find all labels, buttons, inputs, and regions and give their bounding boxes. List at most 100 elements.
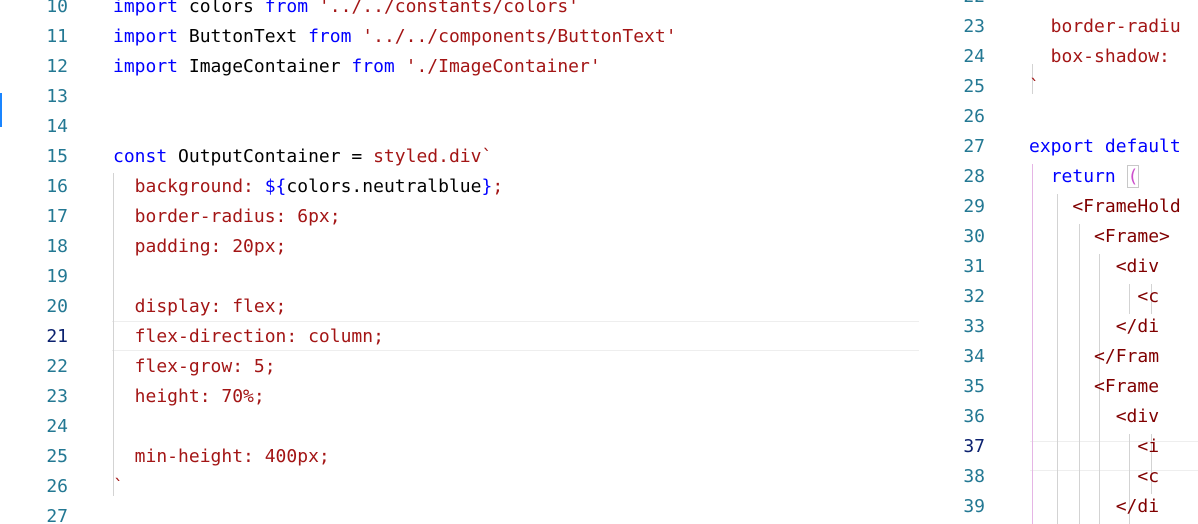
- code-text[interactable]: import ImageContainer from './ImageConta…: [113, 52, 601, 82]
- code-token: display: flex;: [113, 296, 287, 317]
- code-line[interactable]: 34 </Fram: [919, 342, 1198, 372]
- code-line[interactable]: 12 import ImageContainer from './ImageCon…: [0, 52, 919, 82]
- code-line[interactable]: 25 `: [919, 72, 1198, 102]
- code-text[interactable]: min-height: 400px;: [113, 442, 330, 472]
- code-line[interactable]: 24 box-shadow:: [919, 42, 1198, 72]
- code-text[interactable]: import colors from '../../constants/colo…: [113, 0, 579, 22]
- code-token: flex-direction: column;: [113, 326, 384, 347]
- code-line[interactable]: 14: [0, 112, 919, 142]
- code-line[interactable]: 26: [919, 102, 1198, 132]
- line-number: 14: [46, 116, 68, 137]
- code-line[interactable]: 26 `: [0, 472, 919, 502]
- code-text[interactable]: <FrameHold: [1029, 192, 1181, 222]
- code-line[interactable]: 32 <c: [919, 282, 1198, 312]
- code-line[interactable]: 11 import ButtonText from '../../componen…: [0, 22, 919, 52]
- code-line[interactable]: 36 <div: [919, 402, 1198, 432]
- code-token: colors.neutralblue: [286, 176, 482, 197]
- line-number: 22: [46, 356, 68, 377]
- code-line[interactable]: 33 </di: [919, 312, 1198, 342]
- code-token: ${: [264, 176, 287, 197]
- code-text[interactable]: const OutputContainer = styled.div`: [113, 142, 492, 172]
- code-line[interactable]: 22: [919, 0, 1198, 12]
- code-line[interactable]: 24: [0, 412, 919, 442]
- code-line[interactable]: 13: [0, 82, 919, 112]
- code-token: '../../constants/colors': [308, 0, 580, 17]
- code-text[interactable]: </di: [1029, 312, 1159, 342]
- code-line[interactable]: 23 height: 70%;: [0, 382, 919, 412]
- line-number: 37: [963, 436, 985, 457]
- code-line[interactable]: 27 export default: [919, 132, 1198, 162]
- code-token: <c: [1029, 286, 1160, 307]
- code-line[interactable]: 28 return (: [919, 162, 1198, 192]
- code-line[interactable]: 30 <Frame>: [919, 222, 1198, 252]
- code-text[interactable]: background: ${colors.neutralblue};: [113, 172, 504, 202]
- code-text[interactable]: return (: [1029, 162, 1140, 192]
- code-text[interactable]: export default: [1029, 132, 1181, 162]
- code-token: }: [481, 176, 493, 197]
- code-token: import: [113, 0, 179, 17]
- code-token: border-radiu: [1029, 16, 1181, 37]
- code-text[interactable]: <Frame>: [1029, 222, 1170, 252]
- code-text[interactable]: box-shadow:: [1029, 42, 1181, 72]
- code-token: border-radius: 6px;: [113, 206, 341, 227]
- line-number: 12: [46, 56, 68, 77]
- code-text[interactable]: flex-direction: column;: [113, 322, 384, 352]
- code-text[interactable]: border-radiu: [1029, 12, 1181, 42]
- code-line[interactable]: 17 border-radius: 6px;: [0, 202, 919, 232]
- code-text[interactable]: <c: [1029, 282, 1159, 312]
- code-text[interactable]: </di: [1029, 492, 1159, 522]
- code-text[interactable]: flex-grow: 5;: [113, 352, 276, 382]
- code-text[interactable]: height: 70%;: [113, 382, 265, 412]
- code-text[interactable]: <i: [1029, 432, 1159, 462]
- code-token: import: [113, 56, 179, 77]
- code-token: './ImageContainer': [394, 56, 601, 77]
- code-token: <FrameHold: [1029, 196, 1181, 217]
- line-number: 23: [46, 386, 68, 407]
- left-editor-pane[interactable]: 10 import colors from '../../constants/co…: [0, 0, 919, 524]
- code-line[interactable]: 22 flex-grow: 5;: [0, 352, 919, 382]
- code-text[interactable]: <c: [1029, 462, 1159, 492]
- code-line[interactable]: 10 import colors from '../../constants/co…: [0, 0, 919, 22]
- code-line[interactable]: 29 <FrameHold: [919, 192, 1198, 222]
- code-text[interactable]: border-radius: 6px;: [113, 202, 341, 232]
- code-text[interactable]: padding: 20px;: [113, 232, 287, 262]
- code-text[interactable]: `: [1029, 72, 1040, 102]
- code-line[interactable]: 31 <div: [919, 252, 1198, 282]
- code-text[interactable]: </Fram: [1029, 342, 1159, 372]
- code-text[interactable]: `: [113, 472, 124, 502]
- code-token: <Frame: [1029, 376, 1160, 397]
- code-text[interactable]: <div: [1029, 252, 1159, 282]
- code-line[interactable]: 20 display: flex;: [0, 292, 919, 322]
- code-line[interactable]: 39 </di: [919, 492, 1198, 522]
- code-line[interactable]: 27: [0, 502, 919, 524]
- line-number: 29: [963, 196, 985, 217]
- code-text[interactable]: display: flex;: [113, 292, 287, 322]
- code-line[interactable]: 21 flex-direction: column;: [0, 322, 919, 352]
- line-number: 32: [963, 286, 985, 307]
- code-line[interactable]: 15 const OutputContainer = styled.div`: [0, 142, 919, 172]
- code-token: </di: [1029, 316, 1160, 337]
- code-line[interactable]: 23 border-radiu: [919, 12, 1198, 42]
- line-number: 36: [963, 406, 985, 427]
- code-token: ButtonText: [178, 26, 309, 47]
- right-editor-pane[interactable]: 2223 border-radiu24 box-shadow: 25`26 27 e…: [919, 0, 1198, 524]
- code-token: from: [351, 56, 395, 77]
- code-line[interactable]: 16 background: ${colors.neutralblue};: [0, 172, 919, 202]
- line-number: 15: [46, 146, 68, 167]
- code-text[interactable]: import ButtonText from '../../components…: [113, 22, 677, 52]
- code-token: from: [308, 26, 352, 47]
- code-line[interactable]: 18 padding: 20px;: [0, 232, 919, 262]
- code-line[interactable]: 25 min-height: 400px;: [0, 442, 919, 472]
- code-text[interactable]: <div: [1029, 402, 1159, 432]
- code-token: <c: [1029, 466, 1160, 487]
- code-line[interactable]: 19: [0, 262, 919, 292]
- code-line[interactable]: 38 <c: [919, 462, 1198, 492]
- code-token: colors: [178, 0, 265, 17]
- code-token: return: [1050, 166, 1116, 187]
- line-number: 26: [46, 476, 68, 497]
- code-line[interactable]: 37 <i: [919, 432, 1198, 462]
- line-number: 38: [963, 466, 985, 487]
- code-text[interactable]: <Frame: [1029, 372, 1159, 402]
- line-number: 27: [963, 136, 985, 157]
- code-line[interactable]: 35 <Frame: [919, 372, 1198, 402]
